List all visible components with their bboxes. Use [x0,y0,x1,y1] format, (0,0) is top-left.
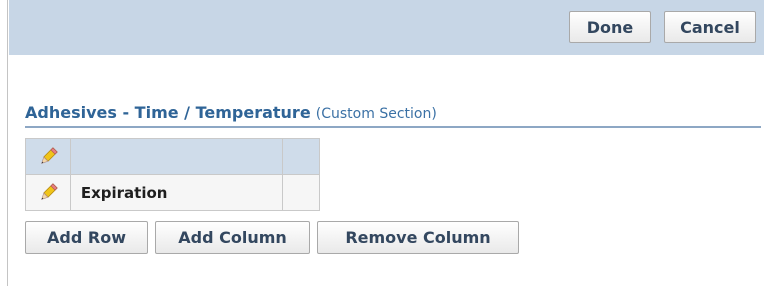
done-button[interactable]: Done [569,11,651,43]
add-row-button[interactable]: Add Row [25,221,148,254]
edit-cell[interactable] [25,138,71,175]
cancel-button[interactable]: Cancel [664,11,756,43]
pencil-icon[interactable] [37,146,59,168]
left-border [0,0,8,286]
edit-cell[interactable] [25,174,71,211]
value-cell [282,174,320,211]
row-label-cell [69,138,284,175]
pencil-icon[interactable] [37,182,59,204]
remove-column-button[interactable]: Remove Column [317,221,519,254]
section-title: Adhesives - Time / Temperature (Custom S… [25,103,437,122]
grid-header-row [25,138,320,175]
custom-data-grid: Expiration [25,138,320,211]
value-cell [282,138,320,175]
grid-row: Expiration [25,174,320,211]
add-column-button[interactable]: Add Column [155,221,310,254]
section-divider [25,126,761,128]
section-subtitle: (Custom Section) [315,106,437,122]
section-title-text: Adhesives - Time / Temperature [25,103,311,122]
custom-section-page: Done Cancel Adhesives - Time / Temperatu… [0,0,764,286]
row-label-cell: Expiration [69,174,284,211]
